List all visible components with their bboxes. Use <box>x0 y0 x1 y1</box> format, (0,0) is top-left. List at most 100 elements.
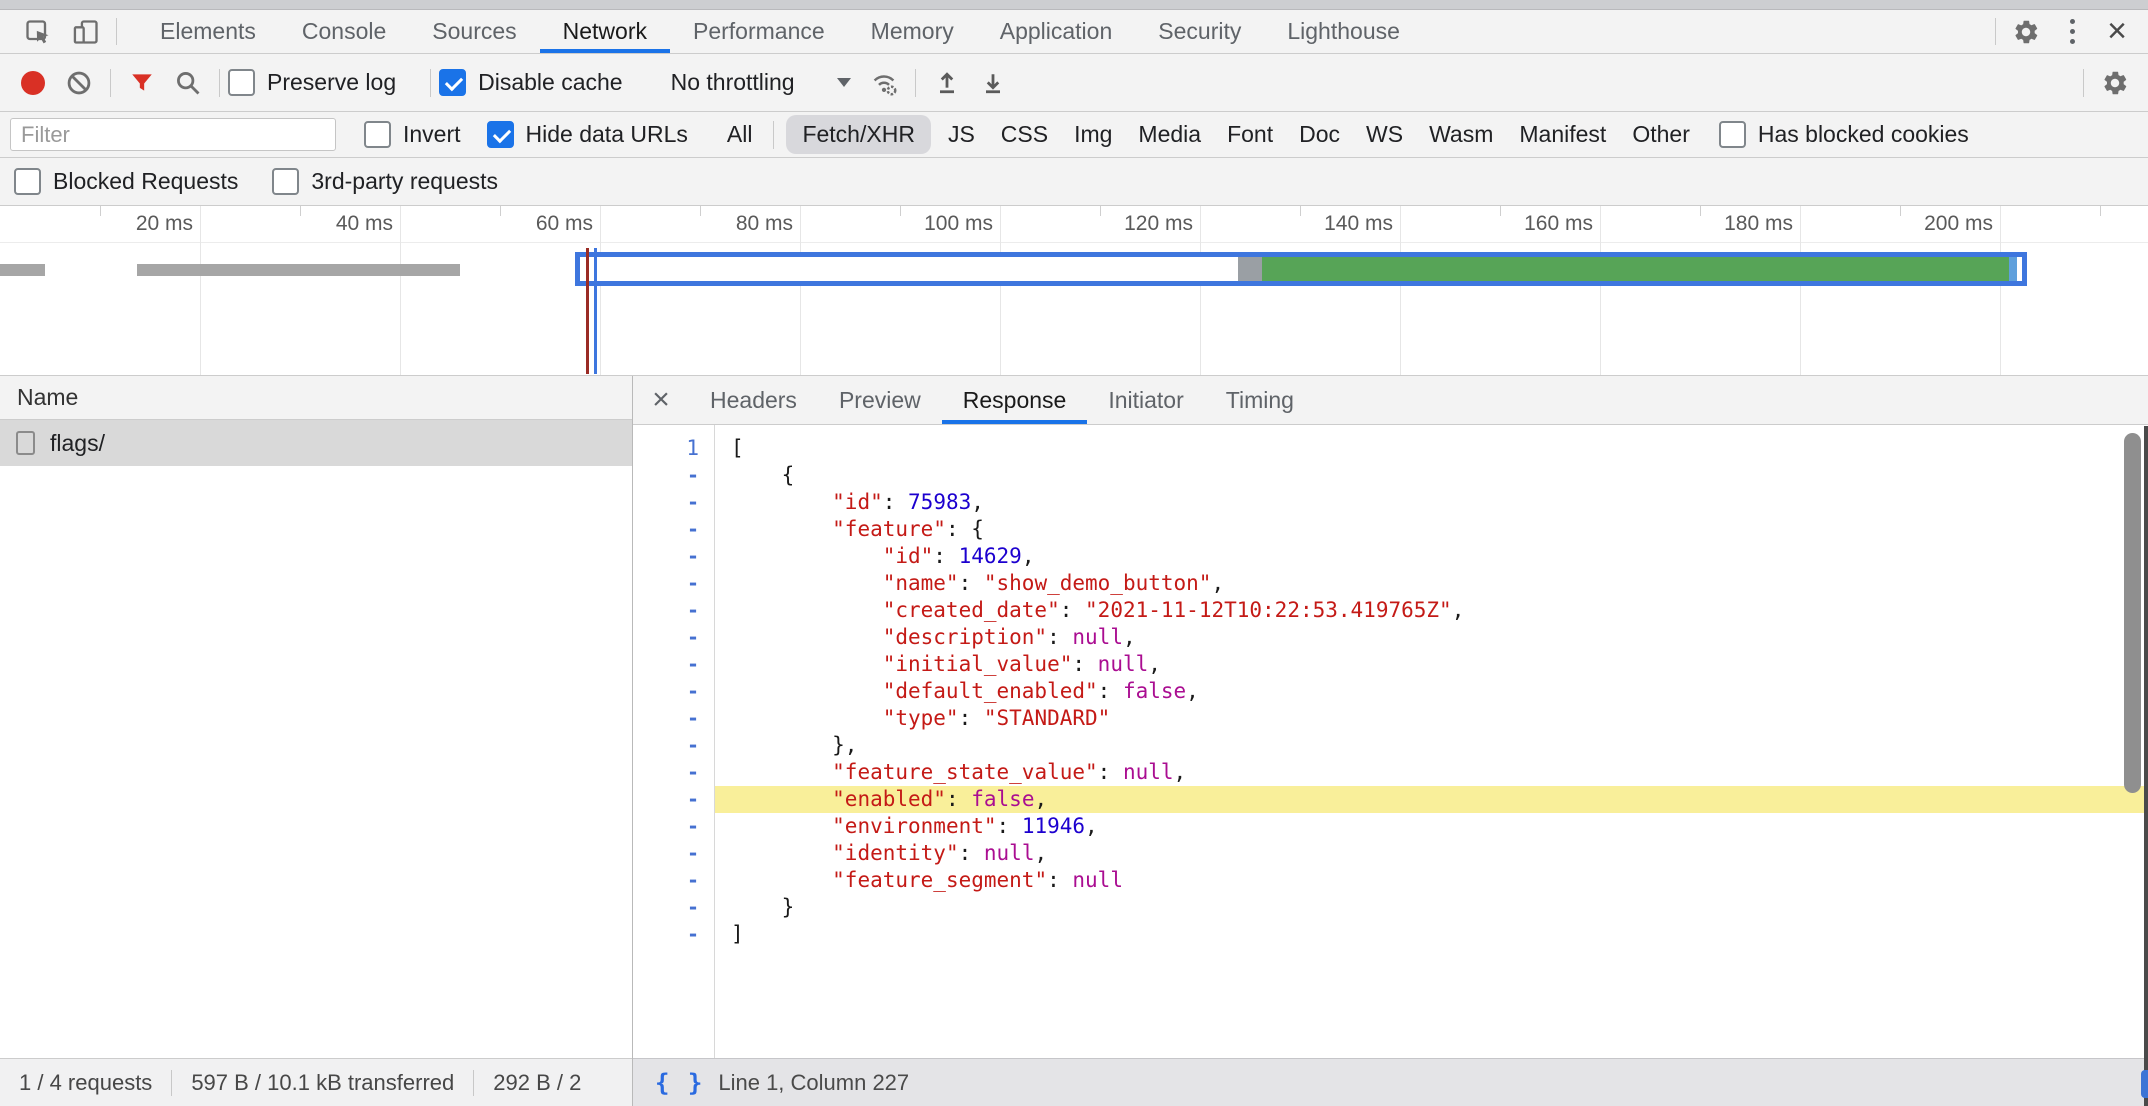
name-column-header[interactable]: Name <box>0 376 632 420</box>
fold-marker[interactable]: - <box>633 705 714 732</box>
tab-performance[interactable]: Performance <box>670 10 848 53</box>
fold-marker[interactable]: - <box>633 867 714 894</box>
disable-cache-checkbox[interactable] <box>439 69 466 96</box>
throttling-select[interactable]: No throttling <box>671 69 851 96</box>
close-detail-icon[interactable]: × <box>633 376 689 424</box>
tab-security[interactable]: Security <box>1135 10 1264 53</box>
inspect-element-icon[interactable] <box>14 10 62 53</box>
line-number[interactable]: 1 <box>633 435 714 462</box>
detail-tab-preview[interactable]: Preview <box>818 376 942 424</box>
type-filter-img[interactable]: Img <box>1061 116 1125 153</box>
code-line[interactable]: }, <box>715 732 2148 759</box>
code-line[interactable]: "type": "STANDARD" <box>715 705 2148 732</box>
network-conditions-button[interactable] <box>861 54 907 111</box>
fold-marker[interactable]: - <box>633 678 714 705</box>
timeline-tick-label: 40 ms <box>336 206 393 242</box>
filter-input[interactable] <box>10 118 336 151</box>
type-filter-other[interactable]: Other <box>1619 116 1703 153</box>
fold-marker[interactable]: - <box>633 759 714 786</box>
code-line[interactable]: "identity": null, <box>715 840 2148 867</box>
response-code[interactable]: [ { "id": 75983, "feature": { "id": 1462… <box>715 425 2148 1058</box>
code-line[interactable]: "id": 75983, <box>715 489 2148 516</box>
code-line[interactable]: [ <box>715 435 2148 462</box>
type-filter-doc[interactable]: Doc <box>1286 116 1353 153</box>
code-line-highlighted[interactable]: "enabled": false, <box>715 786 2148 813</box>
third-party-requests-checkbox[interactable] <box>272 168 299 195</box>
fold-marker[interactable]: - <box>633 570 714 597</box>
filter-toggle-button[interactable] <box>119 54 165 111</box>
import-har-button[interactable] <box>924 54 970 111</box>
fold-marker[interactable]: - <box>633 597 714 624</box>
code-line[interactable]: "created_date": "2021-11-12T10:22:53.419… <box>715 597 2148 624</box>
detail-tab-headers[interactable]: Headers <box>689 376 818 424</box>
type-filter-media[interactable]: Media <box>1125 116 1214 153</box>
code-line[interactable]: "environment": 11946, <box>715 813 2148 840</box>
response-viewer[interactable]: 1------------------ [ { "id": 75983, "fe… <box>633 425 2148 1058</box>
tab-sources[interactable]: Sources <box>409 10 539 53</box>
code-line[interactable]: "default_enabled": false, <box>715 678 2148 705</box>
more-options-icon[interactable] <box>2050 10 2094 53</box>
timeline-gridline <box>800 206 801 376</box>
code-line[interactable]: } <box>715 894 2148 921</box>
hide-data-urls-checkbox[interactable] <box>487 121 514 148</box>
fold-marker[interactable]: - <box>633 624 714 651</box>
device-toolbar-icon[interactable] <box>62 10 110 53</box>
code-line[interactable]: { <box>715 462 2148 489</box>
code-line[interactable]: "initial_value": null, <box>715 651 2148 678</box>
fold-marker[interactable]: - <box>633 786 714 813</box>
blocked-requests-checkbox[interactable] <box>14 168 41 195</box>
type-filter-all[interactable]: All <box>714 116 766 153</box>
detail-tab-initiator[interactable]: Initiator <box>1087 376 1204 424</box>
settings-gear-icon[interactable] <box>2002 10 2050 53</box>
type-filter-manifest[interactable]: Manifest <box>1506 116 1619 153</box>
fold-marker[interactable]: - <box>633 894 714 921</box>
type-filter-wasm[interactable]: Wasm <box>1416 116 1506 153</box>
export-har-button[interactable] <box>970 54 1016 111</box>
tab-lighthouse[interactable]: Lighthouse <box>1264 10 1423 53</box>
has-blocked-cookies-checkbox[interactable] <box>1719 121 1746 148</box>
tab-console[interactable]: Console <box>279 10 409 53</box>
tab-elements[interactable]: Elements <box>137 10 279 53</box>
code-line[interactable]: "feature_segment": null <box>715 867 2148 894</box>
preserve-log-checkbox[interactable] <box>228 69 255 96</box>
tab-memory[interactable]: Memory <box>848 10 977 53</box>
fold-marker[interactable]: - <box>633 543 714 570</box>
record-button[interactable] <box>10 54 56 111</box>
code-line[interactable]: "feature_state_value": null, <box>715 759 2148 786</box>
detail-tab-response[interactable]: Response <box>942 376 1088 424</box>
fold-marker[interactable]: - <box>633 813 714 840</box>
code-line[interactable]: "id": 14629, <box>715 543 2148 570</box>
code-line[interactable]: "feature": { <box>715 516 2148 543</box>
fold-marker[interactable]: - <box>633 462 714 489</box>
fold-marker[interactable]: - <box>633 651 714 678</box>
type-filter-js[interactable]: JS <box>935 116 988 153</box>
clear-button[interactable] <box>56 54 102 111</box>
vertical-scrollbar[interactable] <box>2124 433 2141 793</box>
close-devtools-icon[interactable]: × <box>2094 10 2140 53</box>
detail-tab-timing[interactable]: Timing <box>1205 376 1315 424</box>
tab-network[interactable]: Network <box>540 10 670 53</box>
selected-request-bar[interactable] <box>575 252 2027 286</box>
format-braces-icon[interactable]: { } <box>655 1069 704 1097</box>
fold-marker[interactable]: - <box>633 489 714 516</box>
fold-marker[interactable]: - <box>633 732 714 759</box>
network-settings-gear-icon[interactable] <box>2092 54 2138 111</box>
code-line[interactable]: "description": null, <box>715 624 2148 651</box>
timeline-overview[interactable]: 20 ms40 ms60 ms80 ms100 ms120 ms140 ms16… <box>0 206 2148 376</box>
type-filter-font[interactable]: Font <box>1214 116 1286 153</box>
type-filter-ws[interactable]: WS <box>1353 116 1416 153</box>
type-filter-fetch-xhr[interactable]: Fetch/XHR <box>786 115 930 154</box>
fold-marker[interactable]: - <box>633 921 714 948</box>
overview-request-bar[interactable] <box>0 264 45 276</box>
overview-request-bar[interactable] <box>137 264 460 276</box>
code-line[interactable]: ] <box>715 921 2148 948</box>
search-button[interactable] <box>165 54 211 111</box>
invert-checkbox[interactable] <box>364 121 391 148</box>
type-filter-css[interactable]: CSS <box>988 116 1061 153</box>
fold-marker[interactable]: - <box>633 840 714 867</box>
cursor-position-label: Line 1, Column 227 <box>718 1070 909 1096</box>
tab-application[interactable]: Application <box>977 10 1136 53</box>
code-line[interactable]: "name": "show_demo_button", <box>715 570 2148 597</box>
fold-marker[interactable]: - <box>633 516 714 543</box>
request-row[interactable]: flags/ <box>0 420 632 466</box>
